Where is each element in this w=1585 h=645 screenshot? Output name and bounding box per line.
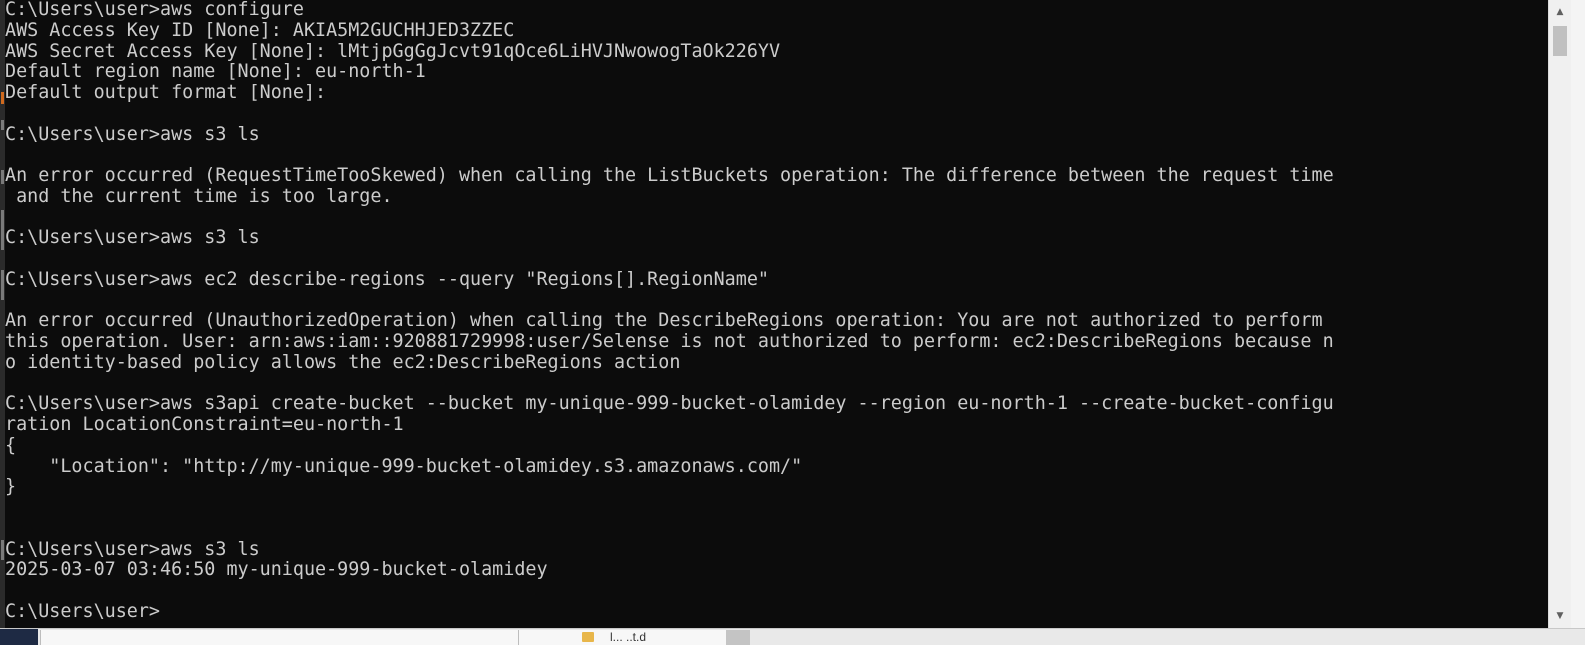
terminal-line: AWS Secret Access Key [None]: lMtjpGgGgJ… [5,41,781,62]
background-window-edge-right [1571,0,1585,645]
background-window-strip: l... ..t.d [0,628,1585,645]
folder-icon [582,632,594,642]
terminal-line: "Location": "http://my-unique-999-bucket… [5,456,803,477]
terminal-line: Default output format [None]: [5,83,327,103]
scroll-up-button[interactable]: ▲ [1549,2,1571,22]
terminal-line: C:\Users\user>aws s3 ls [5,228,260,249]
edge-marker [1,120,4,130]
scrollbar-thumb[interactable] [1553,26,1567,56]
terminal-line: and the current time is too large. [5,186,393,207]
edge-marker [1,170,4,184]
edge-marker [1,210,4,250]
terminal-line: C:\Users\user>aws configure [5,0,304,20]
terminal-output[interactable]: C:\Users\user>aws configure AWS Access Ke… [5,0,1548,628]
terminal-line: C:\Users\user> [5,601,161,622]
edge-marker [1,270,4,300]
background-panel [40,630,519,645]
terminal-line: 2025-03-07 03:46:50 my-unique-999-bucket… [5,560,548,581]
terminal-line: C:\Users\user>aws s3 ls [5,539,260,560]
terminal-line: An error occurred (UnauthorizedOperation… [5,311,1323,332]
terminal-line: this operation. User: arn:aws:iam::92088… [5,332,1334,352]
edge-marker [1,540,4,560]
background-window-dark-area [0,629,38,645]
scroll-down-button[interactable]: ▼ [1549,606,1571,626]
terminal-line: { [5,435,17,456]
edge-marker [1,92,4,104]
arrow-down-icon: ▼ [1556,611,1564,621]
terminal-line: C:\Users\user>aws s3 ls [5,124,260,145]
background-window-gray-area [726,630,750,645]
terminal-line: o identity-based policy allows the ec2:D… [5,352,681,373]
terminal-line: ration LocationConstraint=eu-north-1 [5,415,404,435]
terminal-line: An error occurred (RequestTimeTooSkewed)… [5,166,1334,186]
vertical-scrollbar[interactable]: ▲ ▼ [1548,0,1571,628]
arrow-up-icon: ▲ [1556,7,1564,17]
terminal-line: C:\Users\user>aws s3api create-bucket --… [5,394,1334,415]
terminal-line: C:\Users\user>aws ec2 describe-regions -… [5,269,769,290]
terminal-line: Default region name [None]: eu-north-1 [5,62,426,83]
terminal-line: } [5,477,17,498]
background-window-label: l... ..t.d [610,630,647,644]
terminal-line: AWS Access Key ID [None]: AKIA5M2GUCHHJE… [5,20,515,41]
